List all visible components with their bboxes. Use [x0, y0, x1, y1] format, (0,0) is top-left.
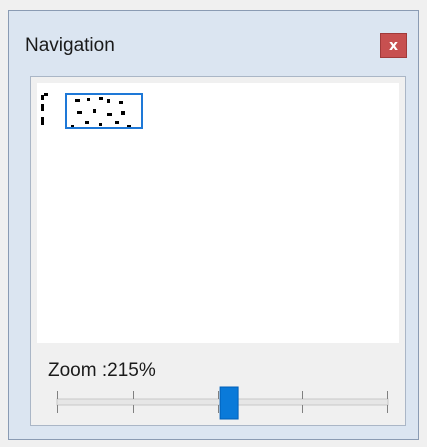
viewport-indicator[interactable]: [65, 93, 143, 129]
navigator-panel: Zoom :215%: [30, 76, 406, 426]
titlebar[interactable]: Navigation x: [9, 11, 418, 69]
zoom-label: Zoom :215%: [48, 360, 156, 381]
close-button[interactable]: x: [380, 33, 407, 58]
page-preview[interactable]: [37, 83, 399, 343]
window-title: Navigation: [25, 35, 115, 56]
slider-thumb[interactable]: [219, 386, 239, 420]
navigation-window: Navigation x Zoom:215%: [8, 10, 419, 440]
zoom-slider[interactable]: [55, 383, 390, 423]
close-icon: x: [388, 37, 399, 54]
